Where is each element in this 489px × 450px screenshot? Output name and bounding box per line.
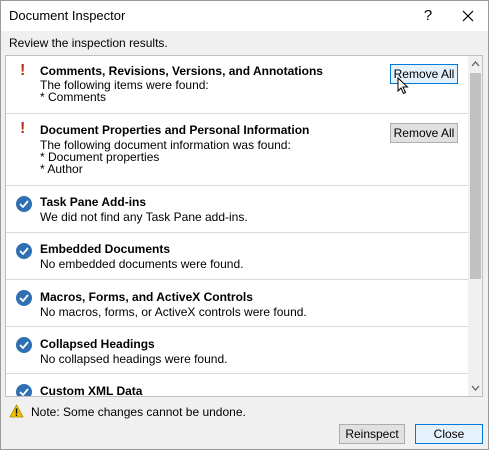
result-title: Embedded Documents xyxy=(40,242,171,256)
note-text: Note: Some changes cannot be undone. xyxy=(31,405,246,419)
checkmark-icon xyxy=(16,337,32,353)
results-list: ! Comments, Revisions, Versions, and Ann… xyxy=(5,55,483,397)
result-detail: No macros, forms, or ActiveX controls we… xyxy=(40,305,307,319)
result-row-task-pane-addins: Task Pane Add-ins We did not find any Ta… xyxy=(6,186,468,233)
window-title: Document Inspector xyxy=(9,8,126,23)
results-scrollbar[interactable] xyxy=(468,56,482,396)
checkmark-icon xyxy=(16,196,32,212)
checkmark-icon xyxy=(16,384,32,396)
scrollbar-thumb[interactable] xyxy=(470,73,481,279)
result-title: Task Pane Add-ins xyxy=(40,195,147,209)
result-detail: We did not find any Task Pane add-ins. xyxy=(40,210,248,224)
result-row-document-properties: ! Document Properties and Personal Infor… xyxy=(6,114,468,186)
reinspect-button[interactable]: Reinspect xyxy=(339,424,405,444)
checkmark-icon xyxy=(16,290,32,306)
result-row-custom-xml: Custom XML Data xyxy=(6,374,468,397)
result-title: Custom XML Data xyxy=(40,384,143,397)
result-title: Collapsed Headings xyxy=(40,337,155,351)
remove-all-properties-button[interactable]: Remove All xyxy=(390,123,458,143)
result-title: Comments, Revisions, Versions, and Annot… xyxy=(40,64,323,78)
mouse-pointer-icon xyxy=(397,76,409,98)
result-row-collapsed-headings: Collapsed Headings No collapsed headings… xyxy=(6,327,468,374)
result-detail-item: * Comments xyxy=(40,90,107,104)
result-row-macros: Macros, Forms, and ActiveX Controls No m… xyxy=(6,280,468,327)
result-row-embedded-documents: Embedded Documents No embedded documents… xyxy=(6,233,468,280)
result-detail: No embedded documents were found. xyxy=(40,257,244,271)
scroll-down-icon[interactable] xyxy=(468,380,482,396)
scroll-up-icon[interactable] xyxy=(468,56,482,72)
result-detail-item: * Author xyxy=(40,162,83,176)
exclamation-icon: ! xyxy=(20,62,26,79)
document-inspector-dialog: Document Inspector ? Review the inspecti… xyxy=(0,0,489,450)
help-button[interactable]: ? xyxy=(411,1,445,31)
warning-icon xyxy=(9,404,24,421)
instructions-text: Review the inspection results. xyxy=(9,36,168,50)
close-icon[interactable] xyxy=(449,1,487,31)
exclamation-icon: ! xyxy=(20,120,26,137)
title-bar: Document Inspector ? xyxy=(1,1,488,31)
result-title: Document Properties and Personal Informa… xyxy=(40,123,310,137)
checkmark-icon xyxy=(16,243,32,259)
result-title: Macros, Forms, and ActiveX Controls xyxy=(40,290,253,304)
result-detail: No collapsed headings were found. xyxy=(40,352,228,366)
close-button[interactable]: Close xyxy=(415,424,483,444)
